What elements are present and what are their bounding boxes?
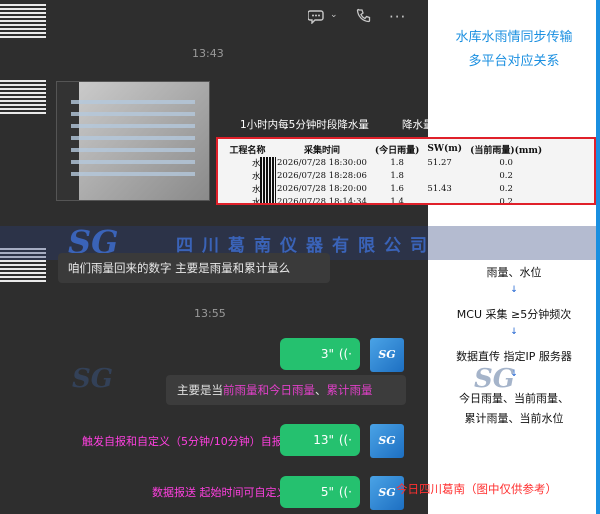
- footer-note: 今日四川葛南（图中仅供参考）: [396, 482, 557, 496]
- voice-message[interactable]: 13" ((·: [280, 424, 360, 456]
- message-bubble[interactable]: 咱们雨量回来的数字 主要是雨量和累计量么: [58, 253, 330, 283]
- table-cell: 51.43: [427, 183, 452, 194]
- phone-icon[interactable]: [356, 8, 372, 28]
- down-arrow-icon: ↓: [510, 327, 518, 337]
- panel-border: [596, 0, 600, 514]
- voice-duration: 5": [320, 485, 334, 499]
- column-header: (当前雨量)(mm): [470, 145, 543, 156]
- photo-message[interactable]: [56, 81, 210, 201]
- data12-caption: 降水量数据12组: [402, 119, 479, 131]
- emoji-icon[interactable]: [307, 8, 326, 28]
- table-cell: 51.27: [427, 157, 452, 168]
- panel-title: 水库水雨情同步传输: [455, 30, 573, 45]
- table-cell: 1.8: [390, 157, 404, 168]
- table-cell: 2026/07/28 18:30:00: [277, 157, 367, 168]
- my-avatar[interactable]: SG: [370, 424, 404, 458]
- voice-message[interactable]: 5" ((·: [280, 476, 360, 508]
- sound-wave-icon: ((·: [338, 347, 352, 361]
- table-cell: 0.2: [499, 170, 513, 181]
- table-cell: 2026/07/28 18:20:00: [277, 183, 367, 194]
- table-cell: 2026/07/28 18:28:06: [277, 170, 367, 181]
- sound-wave-icon: ((·: [338, 485, 352, 499]
- more-icon[interactable]: ···: [389, 8, 406, 26]
- chevron-down-icon[interactable]: ⌄: [330, 10, 338, 20]
- table-cell: 0.2: [499, 196, 513, 205]
- voice-duration: 3": [320, 347, 334, 361]
- data-table-highlight: 工程名称 采集时间 (今日雨量) SW(m) (当前雨量)(mm) 水库 202…: [216, 137, 596, 205]
- voice-message[interactable]: 3" ((·: [280, 338, 360, 370]
- table-cell: 1.8: [390, 170, 404, 181]
- my-avatar[interactable]: SG: [370, 338, 404, 372]
- flow-step: 累计雨量、当前水位: [464, 412, 564, 425]
- column-header: 工程名称: [229, 145, 266, 156]
- flow-step: MCU 采集 ≥5分钟频次: [456, 308, 572, 321]
- contact-avatar[interactable]: [0, 80, 46, 116]
- flow-step: 雨量、水位: [486, 266, 542, 279]
- redaction-mask: [260, 157, 276, 203]
- voice-transcript[interactable]: 主要是当前雨量和今日雨量、累计雨量: [166, 375, 406, 405]
- table-cell: 2026/07/28 18:14:34: [277, 196, 367, 205]
- hourly-caption: 1小时内每5分钟时段降水量: [240, 119, 369, 131]
- column-header: 采集时间: [303, 145, 340, 156]
- table-cell: 1.6: [390, 183, 404, 194]
- table-cell: 0.0: [499, 157, 513, 168]
- panel-subtitle: 多平台对应关系: [468, 54, 560, 69]
- flow-step: 今日雨量、当前雨量、: [459, 392, 569, 405]
- watermark-logo: SG: [72, 364, 113, 394]
- column-header: (今日雨量): [374, 145, 420, 156]
- column-header: SW(m): [427, 144, 463, 154]
- flow-step: 数据直传 指定IP 服务器: [456, 350, 572, 363]
- down-arrow-icon: ↓: [510, 285, 518, 295]
- chat-header: ⌄ ···: [0, 0, 428, 34]
- voice-duration: 13": [313, 433, 334, 447]
- auto-report-caption: 触发自报和自定义（5分钟/10分钟）自报: [82, 435, 283, 448]
- table-cell: 1.4: [390, 196, 404, 205]
- data-report-caption: 数据报送 起始时间可自定义: [152, 486, 288, 499]
- table-header-row: 工程名称 采集时间 (今日雨量) SW(m) (当前雨量)(mm): [222, 142, 546, 156]
- table-cell: [423, 195, 466, 203]
- sound-wave-icon: ((·: [338, 433, 352, 447]
- contact-avatar[interactable]: [0, 4, 46, 40]
- down-arrow-icon: ↓: [510, 369, 518, 379]
- table-cell: [423, 169, 466, 182]
- table-cell: 0.2: [499, 183, 513, 194]
